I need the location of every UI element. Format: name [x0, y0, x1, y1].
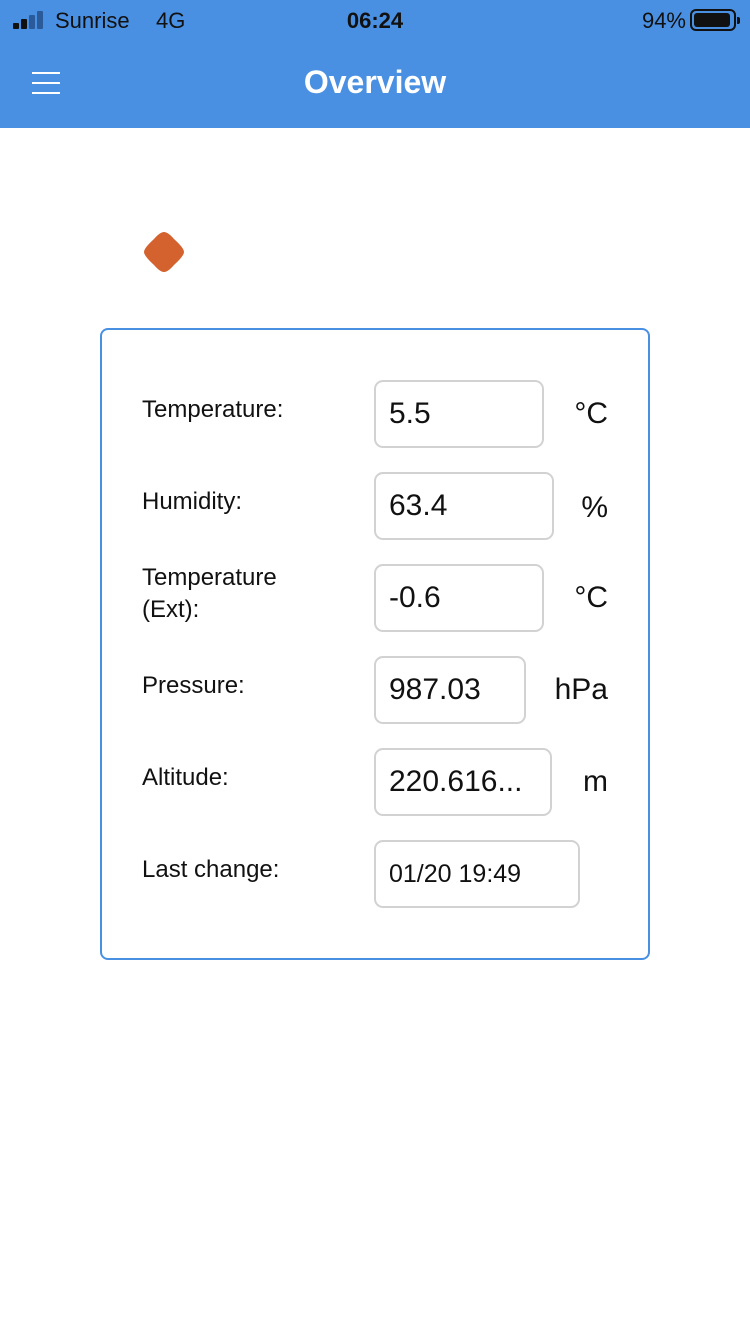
header: Sunrise 4G 06:24 94% Overview — [0, 0, 750, 128]
navigation-bar: Overview — [0, 40, 750, 128]
battery-percent: 94% — [641, 8, 686, 33]
temperature-ext-unit: °C — [574, 581, 608, 614]
temperature-field[interactable]: 5.5 — [374, 380, 544, 448]
sensor-readings-card: Temperature: 5.5 °C Humidity: 63.4 % Tem… — [100, 328, 650, 960]
temperature-ext-label: Temperature (Ext): — [142, 564, 277, 623]
temperature-unit: °C — [574, 397, 608, 430]
humidity-unit: % — [581, 491, 608, 524]
status-diamond-icon — [144, 232, 184, 272]
humidity-label: Humidity: — [142, 488, 243, 515]
last-change-field[interactable]: 01/20 19:49 — [374, 840, 580, 908]
pressure-label: Pressure: — [142, 672, 245, 699]
battery-icon — [690, 9, 740, 31]
altitude-label: Altitude: — [142, 764, 229, 791]
pressure-field[interactable]: 987.03 — [374, 656, 526, 724]
page-title: Overview — [303, 64, 447, 100]
status-time: 06:24 — [346, 8, 404, 33]
last-change-label: Last change: — [142, 856, 280, 883]
altitude-unit: m — [583, 765, 608, 798]
temperature-label: Temperature: — [142, 396, 284, 423]
status-bar: Sunrise 4G 06:24 94% — [0, 0, 750, 40]
altitude-field[interactable]: 220.616... — [374, 748, 552, 816]
humidity-field[interactable]: 63.4 — [374, 472, 554, 540]
pressure-unit: hPa — [554, 673, 608, 706]
temperature-ext-field[interactable]: -0.6 — [374, 564, 544, 632]
